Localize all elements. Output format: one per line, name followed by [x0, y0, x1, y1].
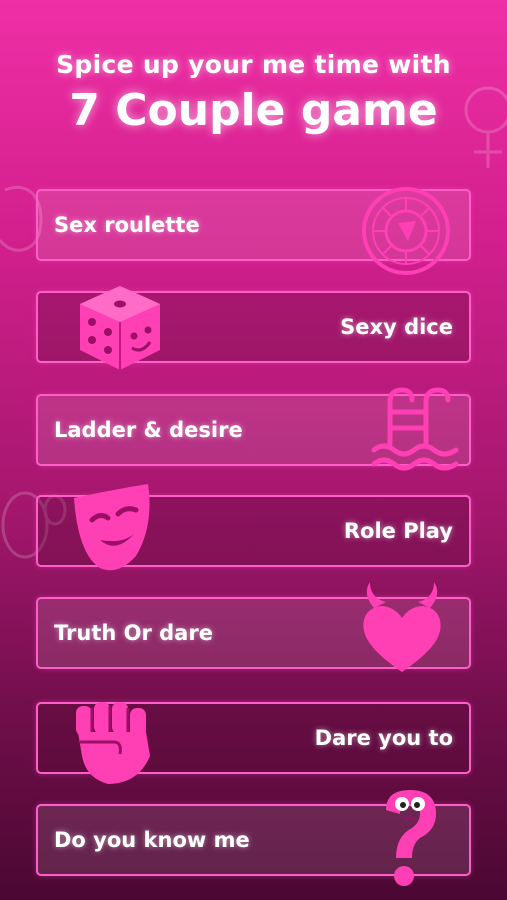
question-mark-icon: [386, 790, 436, 886]
game-label: Sex roulette: [54, 213, 200, 237]
fist-icon: [76, 702, 150, 784]
game-label: Truth Or dare: [54, 621, 213, 645]
theater-mask-icon: [74, 484, 150, 571]
game-label: Do you know me: [54, 828, 250, 852]
game-label: Dare you to: [314, 726, 453, 750]
header-subtitle: Spice up your me time with: [56, 50, 451, 79]
dice-icon: [80, 286, 160, 370]
page-header: Spice up your me time with 7 Couple game: [0, 50, 507, 136]
devil-heart-icon: [363, 582, 441, 672]
app-screen: Spice up your me time with 7 Couple game…: [0, 0, 507, 900]
game-label: Sexy dice: [340, 315, 453, 339]
pool-ladder-icon: [371, 387, 459, 471]
header-title: 7 Couple game: [69, 85, 438, 136]
game-label: Ladder & desire: [54, 418, 243, 442]
game-label: Role Play: [343, 519, 453, 543]
roulette-icon: [362, 187, 450, 275]
